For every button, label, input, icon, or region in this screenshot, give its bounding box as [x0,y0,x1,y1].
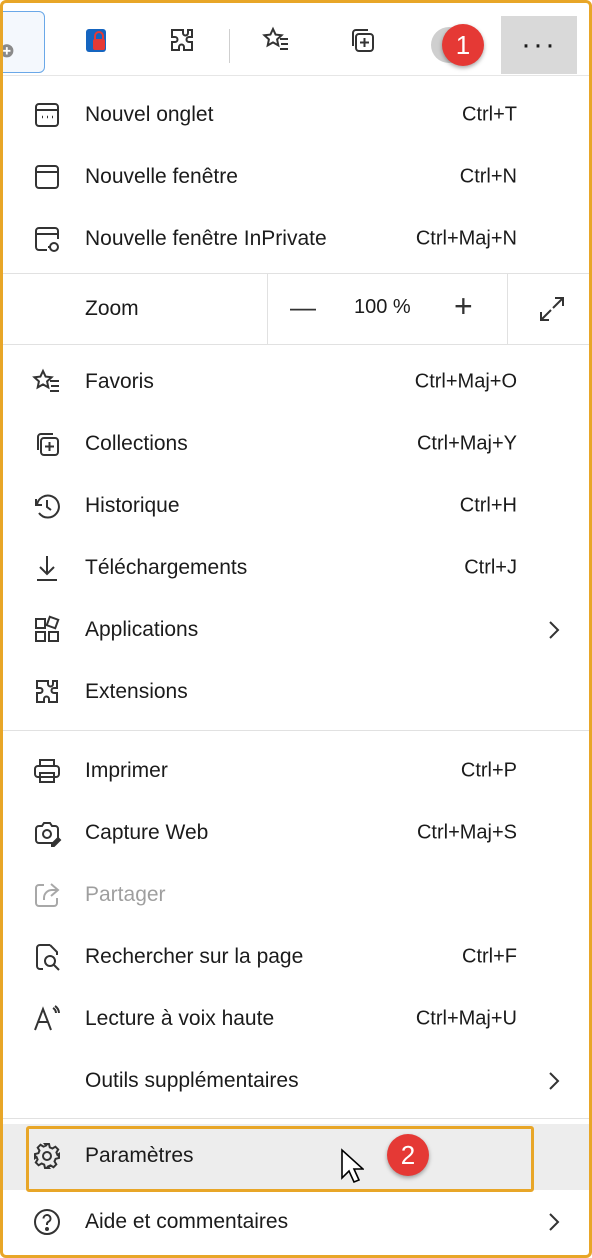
menu-item-label: Historique [85,494,180,517]
menu-divider [3,1118,589,1119]
new-window-icon [31,161,63,193]
shortcut-text: Ctrl+Maj+U [415,1007,517,1030]
zoom-label: Zoom [85,297,139,320]
shortcut-text: Ctrl+N [459,165,517,188]
find-on-page-icon [31,941,63,973]
menu-item-extensions[interactable]: Extensions [3,661,589,723]
share-icon [31,879,63,911]
favorites-button[interactable] [253,17,299,63]
shortcut-text: Ctrl+Maj+Y [416,432,517,455]
menu-item-label: Rechercher sur la page [85,945,304,968]
chevron-right-icon [549,1213,560,1231]
download-icon [31,552,63,584]
step-badge-2: 2 [387,1134,429,1176]
web-capture-icon [31,817,63,849]
read-aloud-icon [31,1003,63,1035]
mouse-cursor-icon [341,1148,364,1184]
toolbar-divider [229,29,230,63]
more-options-button[interactable]: ··· [501,16,577,74]
zoom-value: 100 % [354,296,411,318]
menu-item-help[interactable]: Aide et commentaires [3,1191,589,1253]
chevron-right-icon [549,621,560,639]
zoom-out-button[interactable]: — [290,292,316,323]
menu-item-label: Extensions [85,680,188,703]
menu-item-zoom: Zoom — 100 % + [3,274,589,344]
history-icon [31,490,63,522]
menu-item-label: Nouvelle fenêtre [85,165,238,188]
menu-item-read-aloud[interactable]: Lecture à voix haute Ctrl+Maj+U [3,988,589,1050]
menu-divider [3,344,589,345]
menu-item-label: Applications [85,618,199,641]
favorites-icon [31,366,63,398]
shortcut-text: Ctrl+Maj+O [414,370,517,393]
menu-item-share: Partager [3,864,589,926]
printer-icon [31,755,63,787]
menu-item-label: Téléchargements [85,556,248,579]
extensions-icon [31,676,63,708]
menu-item-find-on-page[interactable]: Rechercher sur la page Ctrl+F [3,926,589,988]
menu-item-label: Nouvel onglet [85,103,214,126]
favorites-icon [262,26,288,50]
shortcut-text: Ctrl+P [460,759,517,782]
menu-item-label: Nouvelle fenêtre InPrivate [85,227,327,250]
collections-icon [352,29,374,52]
menu-item-label: Imprimer [85,759,168,782]
help-icon [31,1206,63,1238]
applications-icon [31,614,63,646]
browser-toolbar: ··· [0,3,589,76]
zoom-controls: — 100 % + [267,274,508,344]
settings-annotation-box [26,1126,534,1192]
extensions-icon [171,29,193,51]
step-badge-1: 1 [442,24,484,66]
password-manager-button[interactable] [73,17,119,63]
fullscreen-icon [540,297,564,321]
menu-item-new-window[interactable]: Nouvelle fenêtre Ctrl+N [3,146,589,208]
inprivate-window-icon [31,223,63,255]
chevron-right-icon [549,1072,560,1090]
shortcut-text: Ctrl+T [462,103,517,126]
menu-item-label: Outils supplémentaires [85,1069,299,1092]
menu-divider [3,730,589,731]
menu-item-label: Favoris [85,370,154,393]
more-options-icon: ··· [521,28,557,61]
shortcut-text: Ctrl+J [464,556,517,579]
tab-actions-icon [0,44,14,58]
menu-item-label: Partager [85,883,166,906]
menu-item-label: Capture Web [85,821,209,844]
menu-item-label: Aide et commentaires [85,1210,289,1233]
shortcut-text: Ctrl+Maj+N [415,227,517,250]
menu-item-downloads[interactable]: Téléchargements Ctrl+J [3,537,589,599]
zoom-in-button[interactable]: + [454,288,473,325]
menu-item-new-tab[interactable]: Nouvel onglet Ctrl+T [3,84,589,146]
collections-button[interactable] [339,17,385,63]
menu-item-favorites[interactable]: Favoris Ctrl+Maj+O [3,351,589,413]
menu-item-label: Lecture à voix haute [85,1007,275,1030]
password-lock-icon [86,29,106,52]
shortcut-text: Ctrl+Maj+S [416,821,517,844]
menu-item-print[interactable]: Imprimer Ctrl+P [3,740,589,802]
shortcut-text: Ctrl+F [462,945,517,968]
menu-item-more-tools[interactable]: Outils supplémentaires [3,1050,589,1112]
menu-item-collections[interactable]: Collections Ctrl+Maj+Y [3,413,589,475]
shortcut-text: Ctrl+H [459,494,517,517]
menu-item-inprivate[interactable]: Nouvelle fenêtre InPrivate Ctrl+Maj+N [3,208,589,270]
extensions-button[interactable] [159,17,205,63]
tab-actions-button[interactable] [0,11,45,73]
menu-item-history[interactable]: Historique Ctrl+H [3,475,589,537]
collections-icon [31,428,63,460]
menu-item-web-capture[interactable]: Capture Web Ctrl+Maj+S [3,802,589,864]
menu-item-label: Collections [85,432,188,455]
new-tab-icon [31,99,63,131]
menu-item-applications[interactable]: Applications [3,599,589,661]
fullscreen-button[interactable] [507,274,590,344]
